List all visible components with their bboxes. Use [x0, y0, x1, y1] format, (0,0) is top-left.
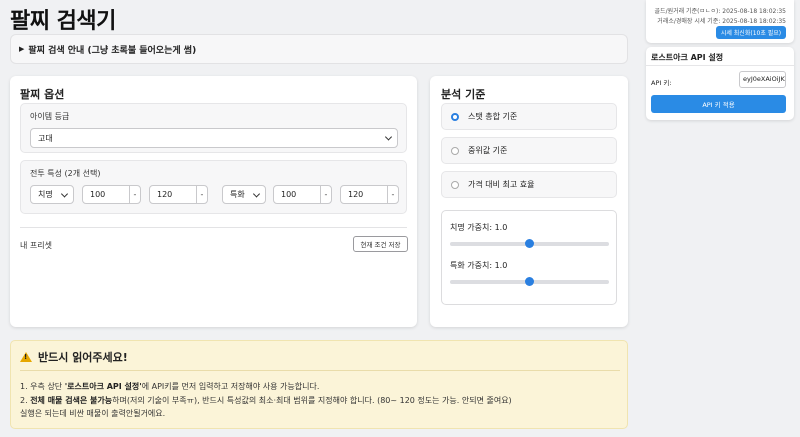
divider	[646, 65, 794, 66]
guide-label: 팔찌 검색 안내 (그냥 초록불 들어오는게 썸)	[28, 45, 197, 56]
spec-weight-label: 특화 가중치: 1.0	[450, 261, 508, 270]
options-title: 팔찌 옵션	[20, 88, 65, 101]
notice-line-2: 2. 전체 매물 검색은 불가능하며(저의 기술이 부족ㅠ), 반드시 특성값의…	[20, 396, 512, 405]
slider-thumb[interactable]	[525, 239, 534, 248]
crit-weight-slider[interactable]	[450, 239, 609, 248]
stepper-icon[interactable]: -	[129, 186, 140, 203]
api-key-input[interactable]: eyJ0eXAiOiJKV1QiLCJhbGciOiJSUzI1NiJ9	[739, 71, 786, 88]
slider-thumb[interactable]	[525, 277, 534, 286]
stat1-min-input[interactable]: 100 -	[82, 185, 141, 204]
stat2-max-input[interactable]: 120 -	[340, 185, 399, 204]
stat1-select[interactable]: 치명	[30, 185, 74, 204]
analysis-card: 분석 기준 스탯 총합 기준 중위값 기준 가격 대비 최고 효율 치명 가중치…	[430, 76, 628, 327]
stepper-icon[interactable]: -	[196, 186, 207, 203]
radio-option-efficiency[interactable]: 가격 대비 최고 효율	[441, 171, 617, 198]
combat-section: 전투 특성 (2개 선택) 치명 100 - 120 - 특화 100 - 12…	[20, 160, 407, 214]
market-info-card: 골드/원거래 기준(ㅁㄴㅇ): 2025-08-18 18:02:35 거래소/…	[646, 0, 794, 43]
grade-select[interactable]: 고대	[30, 128, 398, 148]
gold-rate-text: 골드/원거래 기준(ㅁㄴㅇ): 2025-08-18 18:02:35	[654, 8, 786, 15]
grade-value: 고대	[38, 133, 53, 143]
divider	[20, 227, 407, 228]
preset-label: 내 프리셋	[20, 241, 52, 250]
notice-line-1: 1. 우측 상단 '로스트아크 API 설정'에 API키를 먼저 입력하고 저…	[20, 382, 320, 391]
guide-expander[interactable]: ▶ 팔찌 검색 안내 (그냥 초록불 들어오는게 썸)	[10, 34, 628, 64]
expand-triangle-icon: ▶	[19, 45, 25, 53]
radio-icon	[451, 180, 459, 189]
grade-section: 아이템 등급 고대	[20, 103, 407, 153]
stat2-select[interactable]: 특화	[222, 185, 266, 204]
chevron-down-icon	[384, 133, 393, 141]
weights-section: 치명 가중치: 1.0 특화 가중치: 1.0	[441, 210, 617, 305]
notice-title: 반드시 읽어주세요!	[20, 349, 128, 365]
spec-weight-slider[interactable]	[450, 277, 609, 286]
crit-weight-label: 치명 가중치: 1.0	[450, 223, 508, 232]
api-key-label: API 키:	[651, 79, 672, 87]
market-rate-text: 거래소/경매장 시세 기준: 2025-08-18 18:02:35	[657, 18, 786, 25]
options-card: 팔찌 옵션 아이템 등급 고대 전투 특성 (2개 선택) 치명 100 - 1…	[10, 76, 417, 327]
stat2-min-value: 100	[281, 190, 297, 199]
page-title: 팔찌 검색기	[10, 9, 116, 34]
notice-title-text: 반드시 읽어주세요!	[38, 351, 128, 364]
radio-selected-icon	[451, 112, 459, 121]
radio-option-median[interactable]: 중위값 기준	[441, 137, 617, 164]
stepper-icon[interactable]: -	[387, 186, 398, 203]
radio-label: 가격 대비 최고 효율	[468, 180, 535, 189]
stat1-value: 치명	[38, 190, 53, 199]
stat2-max-value: 120	[348, 190, 364, 199]
apply-api-key-button[interactable]: API 키 적용	[651, 95, 786, 113]
chevron-down-icon	[60, 189, 69, 198]
grade-label: 아이템 등급	[30, 112, 70, 121]
stat2-value: 특화	[230, 190, 245, 199]
refresh-prices-button[interactable]: 시세 최신화(10초 필요)	[716, 26, 786, 39]
api-settings-card: 로스트아크 API 설정 API 키: eyJ0eXAiOiJKV1QiLCJh…	[646, 47, 794, 120]
stat2-min-input[interactable]: 100 -	[273, 185, 332, 204]
radio-icon	[451, 146, 459, 155]
analysis-title: 분석 기준	[441, 88, 486, 101]
save-preset-button[interactable]: 현재 조건 저장	[353, 236, 408, 252]
radio-label: 중위값 기준	[468, 146, 508, 155]
notice-box: 반드시 읽어주세요! 1. 우측 상단 '로스트아크 API 설정'에 API키…	[10, 340, 628, 429]
notice-line-3: 실행은 되는데 비싼 매물이 출력안될거에요.	[20, 409, 166, 418]
radio-option-total[interactable]: 스탯 총합 기준	[441, 103, 617, 130]
warning-icon	[20, 352, 32, 362]
stat1-min-value: 100	[90, 190, 106, 199]
divider	[20, 370, 620, 371]
stepper-icon[interactable]: -	[320, 186, 331, 203]
combat-label: 전투 특성 (2개 선택)	[30, 169, 101, 178]
stat1-max-input[interactable]: 120 -	[149, 185, 208, 204]
api-title: 로스트아크 API 설정	[651, 53, 724, 62]
radio-label: 스탯 총합 기준	[468, 112, 518, 121]
chevron-down-icon	[252, 189, 261, 198]
stat1-max-value: 120	[157, 190, 173, 199]
